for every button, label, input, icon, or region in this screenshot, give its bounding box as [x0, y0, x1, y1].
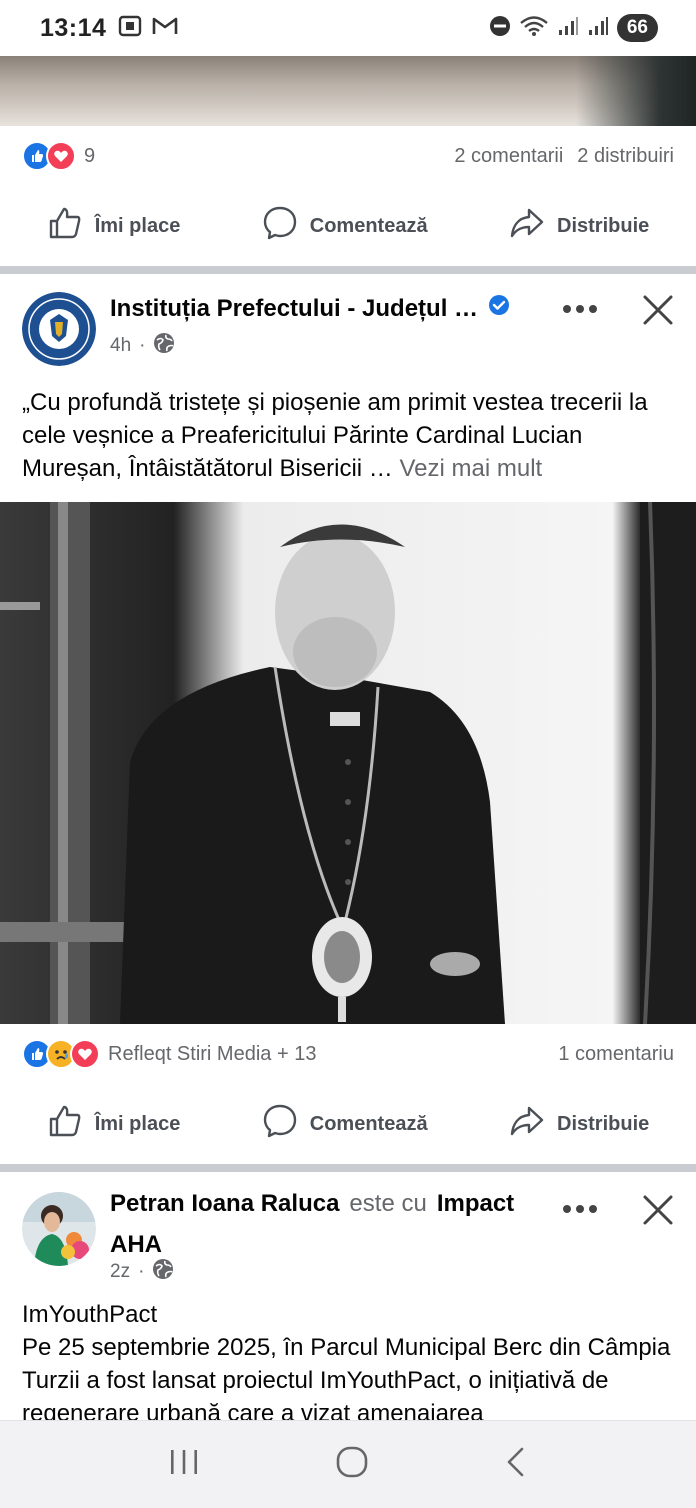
battery-indicator: 66	[616, 14, 658, 42]
share-arrow-icon	[509, 1103, 545, 1145]
like-label: Îmi place	[94, 214, 181, 237]
thumbs-up-icon	[47, 1103, 83, 1145]
gmail-icon	[152, 16, 178, 41]
signal-icon	[557, 15, 579, 42]
share-button[interactable]: Distribuie	[509, 205, 649, 247]
tagged-page[interactable]: Impact	[437, 1188, 514, 1219]
wifi-icon	[519, 15, 549, 42]
back-button[interactable]	[504, 1446, 528, 1483]
signal-icon	[587, 15, 609, 42]
like-button[interactable]: Îmi place	[47, 205, 181, 247]
reaction-count: 9	[84, 144, 96, 167]
thumbs-up-icon	[47, 205, 83, 247]
home-button[interactable]	[335, 1445, 369, 1484]
like-label: Îmi place	[94, 1112, 181, 1135]
like-button[interactable]: Îmi place	[47, 1103, 181, 1145]
comment-label: Comentează	[309, 1112, 428, 1135]
comment-button[interactable]: Comentează	[262, 205, 428, 247]
comment-button[interactable]: Comentează	[262, 1103, 428, 1145]
previous-post-reactions[interactable]: 9 2 comentarii 2 distribuiri	[0, 126, 696, 186]
separator-dot: ·	[139, 335, 146, 356]
previous-post-photo[interactable]	[0, 56, 696, 126]
post2-author: Petran Ioana Raluca este cu Impact AHA	[110, 1188, 550, 1260]
love-reaction-icon	[46, 141, 76, 171]
post1-reactions[interactable]: Refleqt Stiri Media + 13 1 comentariu	[0, 1024, 696, 1084]
avatar[interactable]	[22, 292, 96, 366]
status-bar: 13:14 66	[0, 0, 696, 56]
post2-meta: 2z ·	[110, 1258, 174, 1286]
system-nav-bar	[0, 1420, 696, 1508]
post1-meta: 4h ·	[110, 332, 175, 360]
author-name[interactable]: Instituția Prefectului - Județul …	[110, 295, 478, 323]
recent-apps-button[interactable]	[168, 1448, 200, 1481]
comment-label: Comentează	[309, 214, 428, 237]
dnd-icon	[489, 15, 511, 42]
post1-author[interactable]: Instituția Prefectului - Județul …	[110, 294, 510, 323]
previous-post-actions: Îmi place Comentează Distribuie	[0, 188, 696, 264]
status-time: 13:14	[40, 13, 107, 42]
post-body: „Cu profundă tristețe și pioșenie am pri…	[22, 389, 648, 482]
author-name[interactable]: Petran Ioana Raluca	[110, 1188, 339, 1219]
comment-bubble-icon	[262, 1103, 298, 1145]
tagged-page-line2[interactable]: AHA	[110, 1229, 550, 1260]
avatar[interactable]	[22, 1192, 96, 1266]
reactions-label: Refleqt Stiri Media + 13	[108, 1042, 317, 1065]
post1-text: „Cu profundă tristețe și pioșenie am pri…	[22, 386, 682, 485]
post1-photo[interactable]	[0, 502, 696, 1024]
post-divider	[0, 266, 696, 274]
close-button[interactable]	[638, 290, 678, 330]
comments-count[interactable]: 2 comentarii	[454, 145, 563, 168]
separator-dot: ·	[138, 1261, 145, 1282]
post2-text: ImYouthPact Pe 25 septembrie 2025, în Pa…	[22, 1301, 671, 1420]
share-label: Distribuie	[557, 214, 650, 237]
verified-badge-icon	[488, 294, 510, 323]
globe-icon	[152, 1258, 174, 1286]
post1-actions: Îmi place Comentează Distribuie	[0, 1086, 696, 1162]
post-time[interactable]: 2z	[110, 1261, 130, 1283]
globe-icon	[153, 332, 175, 360]
close-button[interactable]	[638, 1190, 678, 1230]
share-arrow-icon	[509, 205, 545, 247]
post-divider	[0, 1164, 696, 1172]
with-text: este cu	[349, 1190, 427, 1217]
post1-header: Instituția Prefectului - Județul … 4h ·	[0, 280, 696, 370]
more-options-button[interactable]	[560, 294, 600, 324]
share-button[interactable]: Distribuie	[509, 1103, 649, 1145]
see-more-link[interactable]: Vezi mai mult	[399, 455, 542, 482]
love-reaction-icon	[70, 1039, 100, 1069]
shares-count[interactable]: 2 distribuiri	[577, 145, 674, 168]
screenshot-icon	[118, 15, 142, 42]
share-label: Distribuie	[557, 1112, 650, 1135]
post-time[interactable]: 4h	[110, 335, 131, 357]
more-options-button[interactable]	[560, 1194, 600, 1224]
comments-count[interactable]: 1 comentariu	[558, 1043, 674, 1066]
post2-header: Petran Ioana Raluca este cu Impact AHA 2…	[0, 1180, 696, 1290]
comment-bubble-icon	[262, 205, 298, 247]
